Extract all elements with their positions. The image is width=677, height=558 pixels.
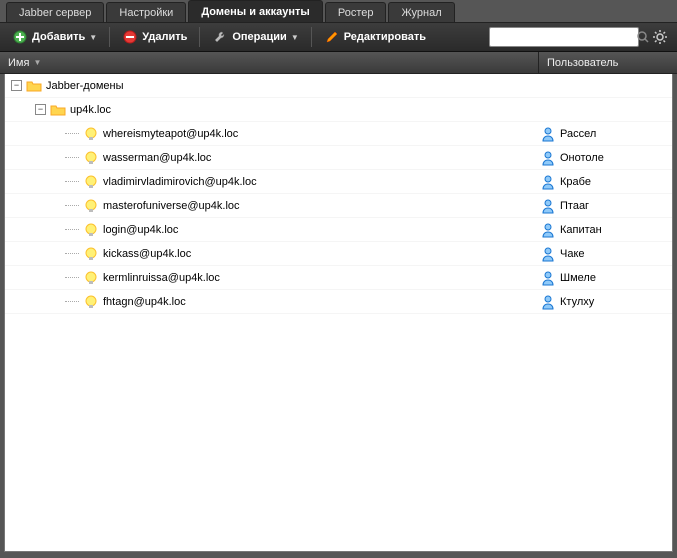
- pencil-icon: [324, 29, 340, 45]
- sort-desc-icon: ▼: [33, 58, 41, 67]
- user-icon: [540, 198, 556, 214]
- dropdown-arrow-icon: ▼: [291, 33, 299, 42]
- tree-line: [65, 229, 79, 230]
- account-jid: masterofuniverse@up4k.loc: [103, 200, 240, 212]
- search-icon[interactable]: [636, 29, 650, 45]
- account-user: Чаке: [560, 248, 585, 260]
- folder-icon: [26, 78, 42, 94]
- tree-line: [65, 301, 79, 302]
- tree-line: [65, 205, 79, 206]
- operations-button[interactable]: Операции ▼: [206, 26, 304, 48]
- add-label: Добавить: [32, 31, 85, 43]
- user-icon: [540, 150, 556, 166]
- tree-account-row[interactable]: kermlinruissa@up4k.loc Шмеле: [5, 266, 672, 290]
- tab-bar: Jabber сервер Настройки Домены и аккаунт…: [0, 0, 677, 22]
- account-jid: login@up4k.loc: [103, 224, 178, 236]
- bulb-icon: [83, 246, 99, 262]
- add-button[interactable]: Добавить ▼: [6, 26, 103, 48]
- account-user: Капитан: [560, 224, 602, 236]
- delete-button[interactable]: Удалить: [116, 26, 193, 48]
- user-icon: [540, 174, 556, 190]
- tree-root-label: Jabber-домены: [46, 80, 124, 92]
- search-field[interactable]: [489, 27, 639, 47]
- column-name-label: Имя: [8, 57, 29, 69]
- add-icon: [12, 29, 28, 45]
- delete-label: Удалить: [142, 31, 187, 43]
- tree-account-row[interactable]: masterofuniverse@up4k.loc Птааг: [5, 194, 672, 218]
- tree-account-row[interactable]: login@up4k.loc Капитан: [5, 218, 672, 242]
- user-icon: [540, 126, 556, 142]
- gear-icon: [652, 29, 668, 45]
- bulb-icon: [83, 198, 99, 214]
- account-user: Шмеле: [560, 272, 596, 284]
- tree-line: [65, 157, 79, 158]
- account-user: Птааг: [560, 200, 589, 212]
- bulb-icon: [83, 150, 99, 166]
- toolbar: Добавить ▼ Удалить Операции ▼ Редактиров…: [0, 22, 677, 52]
- search-input[interactable]: [494, 31, 636, 43]
- tree-line: [65, 181, 79, 182]
- column-user[interactable]: Пользователь: [539, 52, 677, 73]
- account-user: Онотоле: [560, 152, 604, 164]
- column-headers: Имя ▼ Пользователь: [0, 52, 677, 74]
- account-jid: kickass@up4k.loc: [103, 248, 191, 260]
- bulb-icon: [83, 270, 99, 286]
- tab-roster[interactable]: Ростер: [325, 2, 387, 22]
- tree-grid[interactable]: − Jabber-домены − up4k.loc whereismyteap…: [4, 74, 673, 552]
- tree-domain-label: up4k.loc: [70, 104, 111, 116]
- account-user: Ктулху: [560, 296, 594, 308]
- tree-line: [65, 253, 79, 254]
- tab-domains-accounts[interactable]: Домены и аккаунты: [188, 0, 323, 22]
- tree-domain-row[interactable]: − up4k.loc: [5, 98, 672, 122]
- collapse-icon[interactable]: −: [35, 104, 46, 115]
- account-jid: wasserman@up4k.loc: [103, 152, 211, 164]
- delete-icon: [122, 29, 138, 45]
- account-jid: fhtagn@up4k.loc: [103, 296, 186, 308]
- account-jid: kermlinruissa@up4k.loc: [103, 272, 220, 284]
- bulb-icon: [83, 174, 99, 190]
- user-icon: [540, 294, 556, 310]
- column-user-label: Пользователь: [547, 57, 618, 69]
- collapse-icon[interactable]: −: [11, 80, 22, 91]
- tree-account-row[interactable]: vladimirvladimirovich@up4k.loc Крабе: [5, 170, 672, 194]
- dropdown-arrow-icon: ▼: [89, 33, 97, 42]
- tree-account-row[interactable]: whereismyteapot@up4k.loc Рассел: [5, 122, 672, 146]
- user-icon: [540, 270, 556, 286]
- operations-label: Операции: [232, 31, 286, 43]
- bulb-icon: [83, 294, 99, 310]
- bulb-icon: [83, 126, 99, 142]
- column-name[interactable]: Имя ▼: [0, 52, 539, 73]
- folder-icon: [50, 102, 66, 118]
- settings-gear-button[interactable]: [649, 26, 671, 48]
- user-icon: [540, 222, 556, 238]
- edit-label: Редактировать: [344, 31, 426, 43]
- tab-journal[interactable]: Журнал: [388, 2, 454, 22]
- tree-account-row[interactable]: fhtagn@up4k.loc Ктулху: [5, 290, 672, 314]
- tree-account-row[interactable]: wasserman@up4k.loc Онотоле: [5, 146, 672, 170]
- tree-root-row[interactable]: − Jabber-домены: [5, 74, 672, 98]
- user-icon: [540, 246, 556, 262]
- tab-jabber-server[interactable]: Jabber сервер: [6, 2, 104, 22]
- tree-line: [65, 133, 79, 134]
- tree-line: [65, 277, 79, 278]
- tab-settings[interactable]: Настройки: [106, 2, 186, 22]
- account-user: Крабе: [560, 176, 591, 188]
- wrench-icon: [212, 29, 228, 45]
- bulb-icon: [83, 222, 99, 238]
- tree-account-row[interactable]: kickass@up4k.loc Чаке: [5, 242, 672, 266]
- account-user: Рассел: [560, 128, 596, 140]
- edit-button[interactable]: Редактировать: [318, 26, 432, 48]
- account-jid: whereismyteapot@up4k.loc: [103, 128, 238, 140]
- account-jid: vladimirvladimirovich@up4k.loc: [103, 176, 257, 188]
